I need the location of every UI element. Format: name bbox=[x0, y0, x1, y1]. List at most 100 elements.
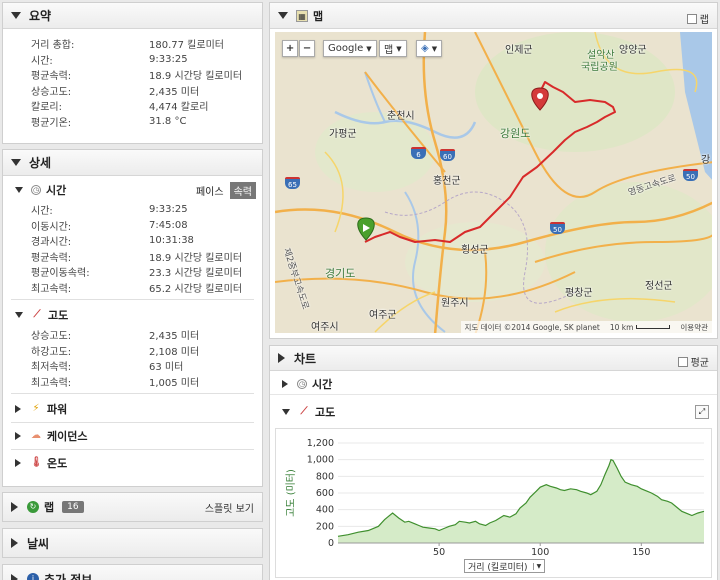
stat-value: 9:33:25 bbox=[149, 53, 188, 65]
summary-list: 거리 총합: 180.77 킬로미터 시간: 9:33:25 평균속력: 18.9 시간당… bbox=[3, 29, 262, 129]
stat-value: 18.9 시간당 킬로미터 bbox=[149, 71, 243, 83]
chart-panel: 차트 평균 ◷ 시간 ⟋ 고도 ⤢ 0 200 400 600 800 1,000 1,20… bbox=[269, 345, 718, 580]
layers-dropdown[interactable]: ◈ ▼ bbox=[416, 40, 443, 57]
speed-toggle[interactable]: 속력 bbox=[229, 181, 256, 199]
x-tick-label: 100 bbox=[531, 547, 549, 558]
stat-value: 23.3 시간당 킬로미터 bbox=[149, 268, 243, 280]
stat-value: 18.9 시간당 킬로미터 bbox=[149, 252, 243, 264]
y-tick-label: 200 bbox=[316, 521, 334, 532]
stat-value: 63 미터 bbox=[149, 362, 184, 374]
clock-icon: ◷ bbox=[297, 378, 307, 389]
map-type-label: 맵 bbox=[384, 45, 394, 56]
map-header[interactable]: ▦ 맵 랩 bbox=[270, 3, 717, 29]
xaxis-select[interactable]: 거리 (킬로미터) ▼ bbox=[464, 559, 546, 573]
stat-row: 상승고도: 2,435 미터 bbox=[31, 327, 262, 343]
temperature-title: 온도 bbox=[47, 457, 68, 470]
laps-header[interactable]: ↻ 랩 16 스플릿 보기 bbox=[3, 493, 262, 521]
stat-label: 최저속력: bbox=[31, 362, 72, 374]
stat-value: 65.2 시간당 킬로미터 bbox=[149, 283, 243, 295]
stat-label: 칼로리: bbox=[31, 102, 62, 114]
stat-label: 거리 총합: bbox=[31, 40, 75, 52]
weather-header[interactable]: 날씨 bbox=[3, 529, 262, 557]
expand-icon bbox=[15, 432, 21, 440]
route-shield-50b: 50 bbox=[683, 169, 698, 181]
collapse-icon bbox=[278, 12, 288, 19]
collapse-icon bbox=[11, 159, 21, 166]
zoom-in-button[interactable]: + bbox=[282, 40, 298, 57]
split-view-link[interactable]: 스플릿 보기 bbox=[205, 500, 254, 515]
info-icon: i bbox=[27, 573, 39, 580]
collapse-icon bbox=[11, 12, 21, 19]
expand-fullscreen-icon[interactable]: ⤢ bbox=[695, 405, 709, 419]
stat-row: 거리 총합: 180.77 킬로미터 bbox=[31, 36, 262, 52]
stat-row: 평균이동속력: 23.3 시간당 킬로미터 bbox=[31, 264, 262, 280]
y-axis-label: 고도 (미터) bbox=[285, 469, 297, 517]
elevation-section-header[interactable]: ⟋ 고도 bbox=[3, 304, 262, 326]
pace-toggle[interactable]: 페이스 bbox=[196, 183, 224, 198]
summary-panel: 요약 거리 총합: 180.77 킬로미터 시간: 9:33:25 평균속력: 18.9 … bbox=[2, 2, 263, 144]
extra-info-panel: i 추가 정보 bbox=[2, 564, 263, 580]
avg-checkbox[interactable] bbox=[677, 356, 688, 367]
route-shield-6: 6 bbox=[411, 147, 426, 159]
lap-checkbox[interactable] bbox=[686, 13, 697, 24]
map-scale: 10 km bbox=[610, 323, 671, 332]
power-section-header[interactable]: ⚡ 파워 bbox=[3, 398, 262, 420]
map-scale-label: 10 km bbox=[609, 322, 634, 332]
stat-value: 9:33:25 bbox=[149, 204, 188, 216]
lap-checkbox-wrap[interactable]: 랩 bbox=[686, 11, 709, 26]
y-tick-label: 600 bbox=[316, 488, 334, 499]
chart-time-header[interactable]: ◷ 시간 bbox=[270, 373, 717, 395]
provider-dropdown[interactable]: Google ▼ bbox=[323, 40, 377, 57]
details-panel: 상세 ◷ 시간 페이스 속력 시간: 9:33:25 이동시간: 7:45:08 경과시… bbox=[2, 149, 263, 487]
map-view[interactable]: + − Google ▼ 맵 ▼ ◈ ▼ 인제군 양양군 설악산 국립공원 춘천… bbox=[275, 32, 712, 333]
map-label-chuncheon: 춘천시 bbox=[387, 111, 415, 122]
extra-info-header[interactable]: i 추가 정보 bbox=[3, 565, 262, 580]
zoom-out-button[interactable]: − bbox=[299, 40, 315, 57]
x-tick-label: 150 bbox=[632, 547, 650, 558]
map-type-dropdown[interactable]: 맵 ▼ bbox=[379, 40, 407, 57]
stat-label: 시간: bbox=[31, 206, 53, 218]
stat-row: 시간: 9:33:25 bbox=[31, 52, 262, 68]
stat-row: 평균속력: 18.9 시간당 킬로미터 bbox=[31, 67, 262, 83]
expand-icon bbox=[11, 574, 18, 580]
x-tick-label: 50 bbox=[433, 547, 445, 558]
chevron-down-icon: ▼ bbox=[396, 44, 402, 53]
y-tick-label: 800 bbox=[316, 471, 334, 482]
time-section-header[interactable]: ◷ 시간 페이스 속력 bbox=[3, 179, 262, 201]
elevation-icon: ⟋ bbox=[300, 406, 308, 417]
expand-icon bbox=[278, 353, 285, 363]
terms-link[interactable]: 이용약관 bbox=[680, 322, 708, 333]
summary-header[interactable]: 요약 bbox=[3, 3, 262, 29]
stat-value: 2,435 미터 bbox=[149, 86, 200, 98]
divider bbox=[11, 422, 254, 423]
stat-label: 이동시간: bbox=[31, 221, 72, 233]
stat-value: 1,005 미터 bbox=[149, 377, 200, 389]
map-label-hoengseong: 횡성군 bbox=[461, 245, 489, 256]
chevron-down-icon: ▼ bbox=[431, 44, 438, 53]
stat-label: 평균기온: bbox=[31, 117, 72, 129]
details-header[interactable]: 상세 bbox=[3, 150, 262, 176]
map-attribution-bar: 지도 데이터 ©2014 Google, SK planet 10 km 이용약… bbox=[460, 321, 712, 333]
avg-checkbox-wrap[interactable]: 평균 bbox=[677, 354, 709, 369]
extra-info-title: 추가 정보 bbox=[44, 572, 93, 580]
map-label-hongcheon: 홍천군 bbox=[433, 176, 461, 187]
stat-row: 이동시간: 7:45:08 bbox=[31, 218, 262, 234]
provider-label: Google bbox=[328, 43, 364, 54]
summary-title: 요약 bbox=[29, 9, 52, 23]
cadence-section-header[interactable]: ☁ 케이던스 bbox=[3, 425, 262, 447]
stat-row: 평균속력: 18.9 시간당 킬로미터 bbox=[31, 249, 262, 265]
time-section-title: 시간 bbox=[46, 184, 67, 197]
divider bbox=[11, 449, 254, 450]
clock-icon: ◷ bbox=[31, 185, 41, 195]
elevation-section-title: 고도 bbox=[48, 309, 69, 322]
chart-header[interactable]: 차트 평균 bbox=[270, 346, 717, 371]
map-label-pyeongchang: 평창군 bbox=[565, 288, 593, 299]
chart-elevation-header[interactable]: ⟋ 고도 ⤢ bbox=[270, 401, 717, 423]
stat-value: 2,108 미터 bbox=[149, 346, 200, 358]
map-label-gangwon: 강원도 bbox=[500, 127, 531, 140]
temperature-section-header[interactable]: 🌡 온도 bbox=[3, 452, 262, 474]
weather-title: 날씨 bbox=[27, 536, 50, 551]
stat-value: 7:45:08 bbox=[149, 219, 188, 231]
stat-label: 평균속력: bbox=[31, 252, 72, 264]
elevation-chart[interactable]: 0 200 400 600 800 1,000 1,200 50 100 150 고도 (미터) 거… bbox=[275, 428, 712, 578]
